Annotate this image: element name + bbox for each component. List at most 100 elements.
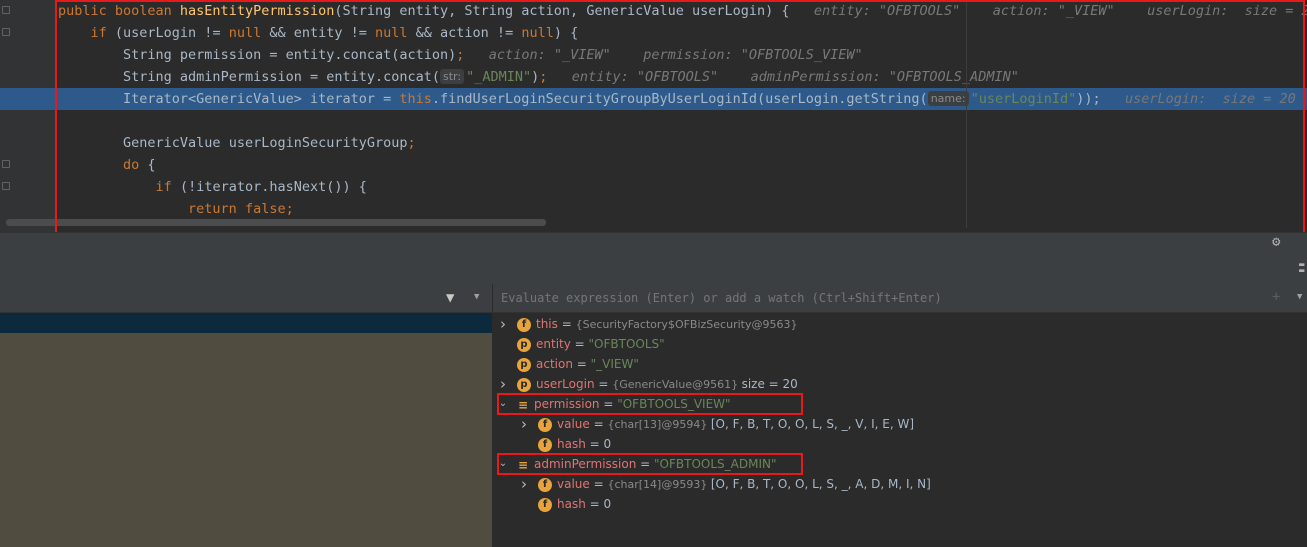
evaluate-expression-input[interactable] (501, 290, 1261, 306)
equals-sign: = (572, 357, 591, 371)
parameter-hint: str: (440, 69, 465, 84)
code-line[interactable]: String permission = entity.concat(action… (58, 44, 863, 66)
code-line[interactable]: return false; (58, 198, 294, 220)
debug-toolbar-strip (0, 232, 1307, 285)
parameter-icon: p (517, 377, 531, 392)
variable-reference: {char[13]@9594} (607, 418, 711, 431)
inline-debug-value: action: "_VIEW" permission: "OFBTOOLS_VI… (464, 47, 863, 63)
equals-sign: = (585, 437, 604, 451)
code-token: (String entity, String action, GenericVa… (334, 3, 790, 19)
code-line[interactable]: if (!iterator.hasNext()) { (58, 176, 367, 198)
variable-value: "OFBTOOLS_VIEW" (617, 397, 731, 411)
code-editor[interactable]: public boolean hasEntityPermission(Strin… (0, 0, 1307, 232)
code-token: "userLoginId" (970, 91, 1077, 107)
code-token: Iterator<GenericValue> iterator = (123, 91, 400, 107)
expand-arrow-icon[interactable]: › (518, 474, 530, 494)
equals-sign: = (636, 457, 655, 471)
editor-gutter[interactable] (0, 0, 56, 232)
local-variable-icon: ≡ (517, 397, 529, 412)
equals-sign: = (557, 317, 576, 331)
equals-sign: = (570, 337, 589, 351)
code-token: null (375, 25, 408, 41)
code-line-current[interactable]: Iterator<GenericValue> iterator = this.f… (0, 88, 1307, 110)
variable-value: 0 (603, 437, 612, 451)
variable-value: "OFBTOOLS" (588, 337, 665, 351)
filter-icon[interactable]: ▼ (446, 290, 454, 306)
expand-arrow-icon[interactable]: › (497, 314, 509, 334)
code-token: "_ADMIN" (466, 69, 532, 85)
code-line[interactable]: public boolean hasEntityPermission(Strin… (58, 0, 1307, 22)
code-token: return false (188, 201, 286, 217)
code-token: String adminPermission = entity.concat( (123, 69, 441, 85)
frames-header (0, 284, 492, 313)
fold-marker-icon[interactable] (2, 160, 10, 168)
code-token: (!iterator.hasNext()) { (179, 179, 367, 195)
variable-value: 0 (603, 497, 612, 511)
variable-value: "OFBTOOLS_ADMIN" (654, 457, 777, 471)
code-line[interactable]: do { (58, 154, 156, 176)
fold-marker-icon[interactable] (2, 6, 10, 14)
field-icon: f (538, 477, 552, 492)
variable-name: hash (557, 497, 586, 511)
variable-name: entity (536, 337, 571, 351)
code-token: ) { (553, 25, 579, 41)
code-token: )); (1076, 91, 1101, 107)
code-token: ; (407, 135, 416, 151)
field-icon: f (538, 417, 552, 432)
code-token: public boolean (58, 3, 180, 19)
equals-sign: = (594, 377, 613, 391)
add-watch-icon[interactable]: + (1272, 289, 1280, 305)
code-line[interactable]: String adminPermission = entity.concat(s… (58, 66, 1019, 88)
variable-reference: {GenericValue@9561} (612, 378, 742, 391)
fold-marker-icon[interactable] (2, 28, 10, 36)
code-token: && action != (407, 25, 522, 41)
horizontal-scrollbar[interactable] (6, 219, 546, 226)
chevron-down-icon[interactable]: ▼ (1297, 292, 1302, 302)
field-icon: f (538, 437, 552, 452)
code-token: String permission = entity.concat(action… (123, 47, 457, 63)
inline-debug-value: entity: "OFBTOOLS" action: "_VIEW" userL… (789, 3, 1307, 19)
code-token: ; (285, 201, 294, 217)
local-variable-icon: ≡ (517, 457, 529, 472)
variable-name: userLogin (536, 377, 595, 391)
fold-marker-icon[interactable] (2, 182, 10, 190)
equals-sign: = (585, 497, 604, 511)
variable-name: this (536, 317, 558, 331)
code-token: && entity != (261, 25, 376, 41)
variable-name: hash (557, 437, 586, 451)
code-token: do (123, 157, 148, 173)
more-options-icon[interactable]: ▬ ▬ (1299, 261, 1307, 276)
code-token: if (155, 179, 180, 195)
equals-sign: = (589, 477, 608, 491)
variable-name: adminPermission (534, 457, 637, 471)
expand-arrow-icon[interactable]: › (518, 414, 530, 434)
variable-name: value (557, 417, 590, 431)
expand-arrow-icon[interactable]: › (497, 374, 509, 394)
inline-debug-value: entity: "OFBTOOLS" adminPermission: "OFB… (547, 69, 1019, 85)
variable-name: permission (534, 397, 600, 411)
gear-icon[interactable]: ⚙ (1272, 234, 1280, 250)
parameter-icon: p (517, 357, 531, 372)
variable-name: value (557, 477, 590, 491)
frames-selected-row[interactable] (0, 313, 492, 333)
code-line[interactable]: GenericValue userLoginSecurityGroup; (58, 132, 416, 154)
code-token: this (399, 91, 432, 107)
variable-value: [O, F, B, T, O, O, L, S, _, A, D, M, I, … (710, 477, 931, 491)
inline-debug-value: userLogin: size = 20 (1100, 91, 1296, 107)
variable-reference: {char[14]@9593} (607, 478, 711, 491)
variable-value: [O, F, B, T, O, O, L, S, _, V, I, E, W] (710, 417, 915, 431)
collapse-arrow-icon[interactable]: ⌄ (497, 394, 509, 414)
field-icon: f (517, 317, 531, 332)
code-token: (userLogin != (114, 25, 229, 41)
code-token: hasEntityPermission (179, 3, 335, 19)
chevron-down-icon[interactable]: ▼ (474, 292, 479, 302)
code-line[interactable]: if (userLogin != null && entity != null … (58, 22, 579, 44)
equals-sign: = (589, 417, 608, 431)
collapse-arrow-icon[interactable]: ⌄ (497, 454, 509, 474)
